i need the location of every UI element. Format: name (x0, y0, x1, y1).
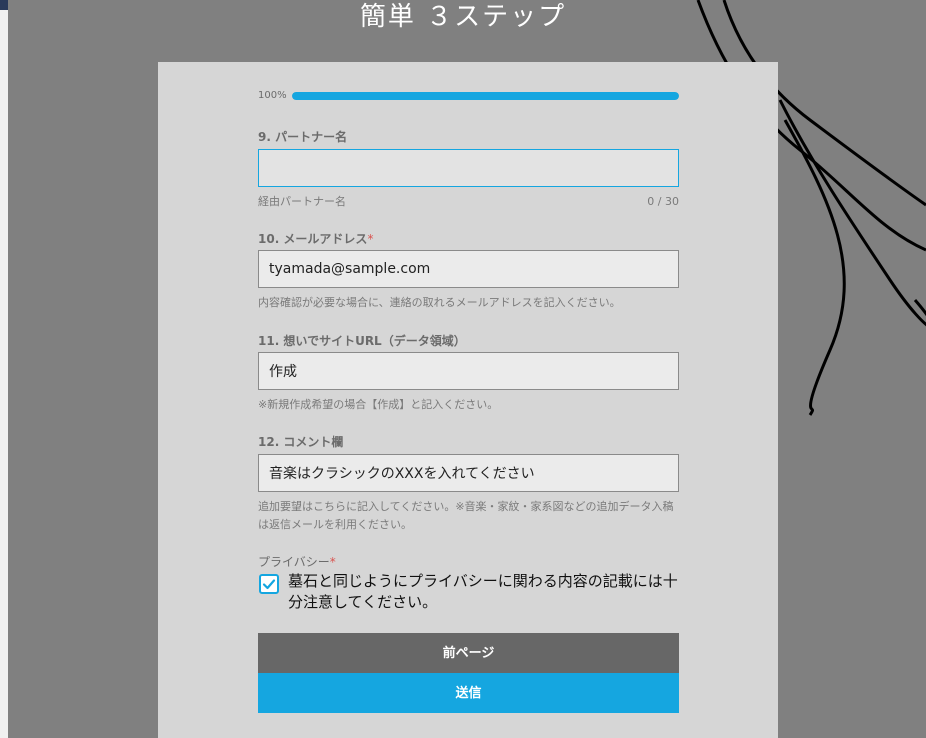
email-label: 10. メールアドレス* (258, 231, 373, 247)
site-url-input[interactable] (258, 352, 679, 390)
privacy-checkbox[interactable] (259, 574, 279, 594)
privacy-consent-text: 墓石と同じようにプライバシーに関わる内容の記載には十分注意してください。 (288, 572, 678, 611)
progress-fill (292, 92, 679, 100)
email-help: 内容確認が必要な場合に、連絡の取れるメールアドレスを記入ください。 (258, 296, 621, 309)
partner-name-counter: 0 / 30 (647, 195, 679, 208)
site-url-help: ※新規作成希望の場合【作成】と記入ください。 (258, 398, 499, 411)
left-edge-strip (0, 0, 8, 738)
partner-name-help: 経由パートナー名 (258, 195, 346, 208)
privacy-label: プライバシー* (258, 554, 336, 570)
comment-label: 12. コメント欄 (258, 434, 343, 450)
required-mark: * (367, 232, 374, 246)
partner-name-label-text: 9. パートナー名 (258, 130, 348, 144)
comment-help: 追加要望はこちらに記入してください。※音楽・家紋・家系図などの追加データ入稿は返… (258, 500, 674, 531)
privacy-required-mark: * (329, 555, 336, 569)
site-url-label-text: 11. 想いでサイトURL（データ領域） (258, 334, 466, 348)
comment-label-text: 12. コメント欄 (258, 435, 344, 449)
form-card: 100% 9. パートナー名 経由パートナー名 0 / 30 10. メールアド… (158, 62, 778, 738)
progress-bar (292, 92, 679, 100)
comment-input[interactable] (258, 454, 679, 492)
submit-button[interactable]: 送信 (258, 673, 679, 713)
progress-row: 100% (258, 88, 679, 104)
partner-name-input[interactable] (258, 149, 679, 187)
site-url-label: 11. 想いでサイトURL（データ領域） (258, 333, 466, 349)
email-label-text: 10. メールアドレス (258, 232, 368, 246)
prev-page-button[interactable]: 前ページ (258, 633, 679, 673)
checkmark-icon (262, 579, 276, 590)
progress-label: 100% (258, 90, 287, 101)
privacy-label-text: プライバシー (258, 555, 330, 569)
partner-name-label: 9. パートナー名 (258, 129, 347, 145)
email-input[interactable] (258, 250, 679, 288)
